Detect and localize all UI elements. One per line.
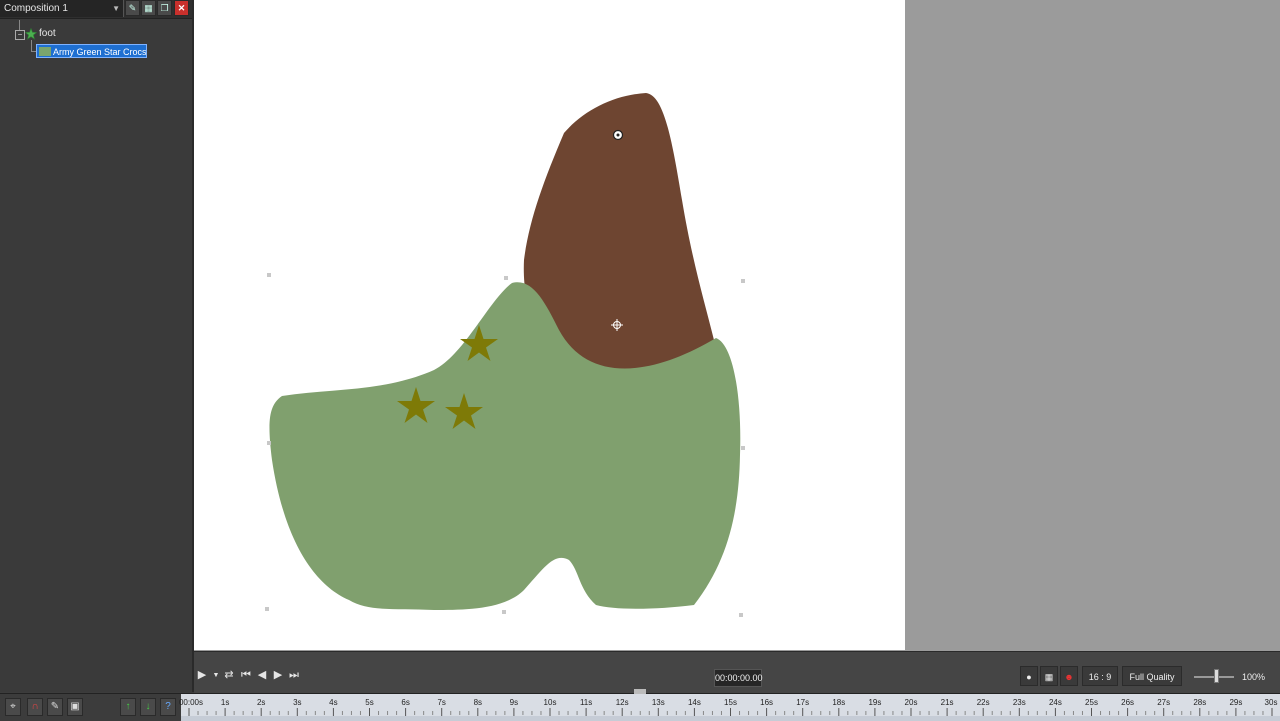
- ruler-tick-label: 6s: [401, 698, 410, 707]
- move-down-icon[interactable]: ↓: [140, 698, 156, 716]
- rotate-cursor-icon: [612, 129, 624, 141]
- playback-bar: ▶ ▼ ⇄ ⏮ ◀ ▶ ⏭ 00:00:00.00 ● ▦ ☻ 16 : 9 F…: [194, 651, 1280, 694]
- canvas[interactable]: [194, 0, 905, 650]
- ruler-tick-label: 23s: [1012, 698, 1026, 707]
- help-icon[interactable]: ?: [160, 698, 176, 716]
- composition-select[interactable]: Composition 1 ▼: [0, 0, 124, 17]
- magnet-icon[interactable]: ∩: [27, 698, 43, 716]
- move-up-icon[interactable]: ↑: [120, 698, 136, 716]
- play-options-chevron-icon[interactable]: ▼: [209, 667, 223, 684]
- loop-icon[interactable]: ⇄: [222, 667, 236, 684]
- playhead-handle[interactable]: [634, 689, 646, 694]
- ruler-tick-label: 2s: [256, 698, 266, 707]
- ruler-tick-label: 14s: [687, 698, 701, 707]
- ruler-tick-label: 11s: [579, 698, 593, 707]
- workspace[interactable]: [194, 0, 1280, 651]
- ruler-tick-label: 4s: [329, 698, 338, 707]
- timecode-display[interactable]: 00:00:00.00: [714, 669, 763, 687]
- step-forward-icon[interactable]: ▶: [271, 667, 285, 684]
- layer-thumbnail-icon: [39, 47, 51, 56]
- ruler-tick-label: 20s: [904, 698, 918, 707]
- ruler-tick-label: 30s: [1264, 698, 1278, 707]
- layer-row-selected[interactable]: Army Green Star Crocs Shoes: [36, 44, 147, 58]
- composition-header: Composition 1 ▼ ✎ ▦ ❐ ✕: [0, 0, 192, 19]
- ruler-tick-label: 28s: [1193, 698, 1207, 707]
- ruler-tick-label: 29s: [1229, 698, 1243, 707]
- onion-skin-icon[interactable]: ☻: [1060, 666, 1078, 686]
- ruler-tick-label: 22s: [976, 698, 990, 707]
- chevron-down-icon: ▼: [112, 4, 120, 13]
- keyframe-icon[interactable]: ⌖: [5, 698, 21, 716]
- ruler-tick-label: 24s: [1048, 698, 1062, 707]
- aspect-ratio-button[interactable]: 16 : 9: [1082, 666, 1118, 686]
- record-icon[interactable]: ●: [1020, 666, 1038, 686]
- timeline-ruler[interactable]: 00:00s 1s 2s 3s 4s 5s 6s 7s 8s 9s 10s 11s 12s 13s 14s 1…: [178, 694, 1280, 721]
- zoom-slider-knob[interactable]: [1214, 669, 1219, 683]
- ruler-tick-label: 9s: [509, 698, 519, 707]
- ruler-tick-label: 16s: [760, 698, 774, 707]
- go-end-icon[interactable]: ⏭: [287, 667, 301, 684]
- ruler-tick-label: 3s: [293, 698, 302, 707]
- ruler-tick-label: 25s: [1085, 698, 1098, 707]
- zoom-value: 100%: [1242, 672, 1266, 682]
- timeline-row: ⌖ ∩ ✎ ▣ ↑ ↓ ? 00:00s 1s 2s 3s 4s 5s 6s 7s 8s 9s 10…: [0, 693, 1280, 721]
- ruler-tick-label: 10s: [543, 698, 557, 707]
- layer-settings-icon[interactable]: ✎: [125, 0, 140, 16]
- quality-button[interactable]: Full Quality: [1122, 666, 1182, 686]
- delete-layer-icon[interactable]: ✕: [174, 0, 189, 16]
- ruler-tick-label: 1s: [220, 698, 230, 707]
- motion-path-icon[interactable]: ✎: [47, 698, 63, 716]
- ruler-tick-label: 12s: [615, 698, 629, 707]
- layers-panel: Composition 1 ▼ ✎ ▦ ❐ ✕ − foot Army Gree…: [0, 0, 194, 692]
- layer-label: Army Green Star Crocs Shoes: [53, 47, 147, 57]
- artwork[interactable]: [194, 0, 905, 650]
- play-icon[interactable]: ▶: [195, 667, 209, 684]
- expand-collapse-icon[interactable]: −: [15, 30, 25, 40]
- pin-icon[interactable]: ▣: [67, 698, 83, 716]
- ruler-tick-label: 00:00s: [178, 698, 204, 707]
- step-back-icon[interactable]: ◀: [255, 667, 269, 684]
- ruler-tick-label: 26s: [1121, 698, 1135, 707]
- ruler-tick-label: 15s: [724, 698, 737, 707]
- ruler-tick-label: 18s: [832, 698, 846, 707]
- ruler-track: [181, 716, 1280, 721]
- group-label[interactable]: foot: [39, 27, 56, 41]
- ruler-tick-label: 17s: [796, 698, 810, 707]
- ruler-tick-label: 27s: [1157, 698, 1171, 707]
- duplicate-layer-icon[interactable]: ❐: [157, 0, 172, 16]
- go-start-icon[interactable]: ⏮: [239, 667, 253, 684]
- ruler-tick-label: 7s: [437, 698, 446, 707]
- add-layer-icon[interactable]: ▦: [141, 0, 156, 16]
- grid-icon[interactable]: ▦: [1040, 666, 1058, 686]
- tree-connector: [19, 20, 20, 30]
- ruler-tick-label: 13s: [651, 698, 665, 707]
- ruler-tick-label: 19s: [868, 698, 882, 707]
- group-icon: [25, 28, 37, 40]
- ruler-tick-label: 5s: [365, 698, 374, 707]
- ruler-tick-label: 21s: [940, 698, 954, 707]
- ruler-tick-label: 8s: [473, 698, 483, 707]
- composition-name: Composition 1: [4, 3, 68, 14]
